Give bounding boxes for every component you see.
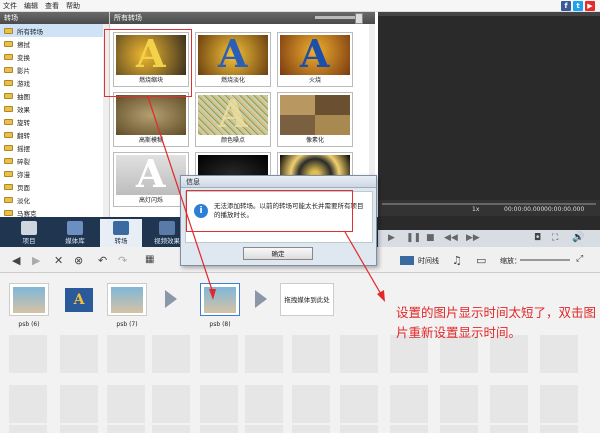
annotation-arrows	[147, 96, 385, 302]
annotation-arrow-head-1	[209, 289, 216, 300]
annotation-arrow-2	[344, 231, 383, 297]
annotation-text: 设置的图片显示时间太短了，双击图片重新设置显示时间。	[396, 305, 597, 340]
annotation-arrow-head-2	[377, 290, 385, 302]
annotation-arrow-1	[147, 96, 214, 294]
